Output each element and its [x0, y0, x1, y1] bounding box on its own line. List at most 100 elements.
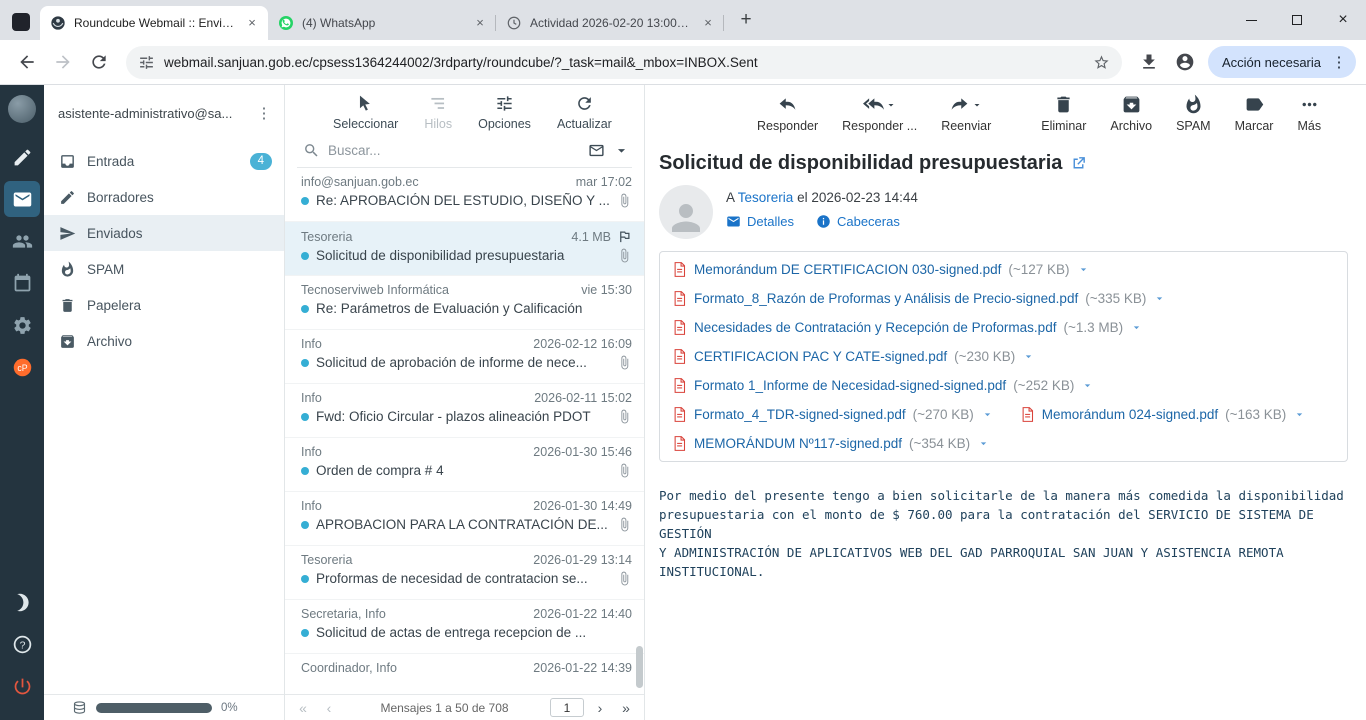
- message-row[interactable]: Tecnoserviweb Informática vie 15:30 Re: …: [285, 276, 644, 330]
- browser-tab[interactable]: (4) WhatsApp ×: [268, 6, 496, 40]
- forward-button[interactable]: [46, 45, 80, 79]
- logout-button[interactable]: [4, 668, 40, 704]
- details-link[interactable]: Detalles: [726, 214, 794, 229]
- next-page-button[interactable]: ›: [590, 700, 610, 716]
- forward-caret-icon[interactable]: [971, 99, 983, 111]
- attachment-item[interactable]: Formato 1_Informe de Necesidad-signed-si…: [672, 377, 1094, 394]
- close-button[interactable]: ×: [1320, 0, 1366, 40]
- message-date: vie 15:30: [581, 283, 632, 297]
- new-tab-button[interactable]: +: [732, 6, 760, 34]
- attachment-item[interactable]: CERTIFICACION PAC Y CATE-signed.pdf (~23…: [672, 348, 1035, 365]
- search-scope-mail-icon[interactable]: [588, 142, 605, 159]
- cpanel-button[interactable]: cP: [4, 349, 40, 385]
- mail-task-button[interactable]: [4, 181, 40, 217]
- help-button[interactable]: ?: [4, 626, 40, 662]
- message-row[interactable]: Tesoreria 2026-01-29 13:14 Proformas de …: [285, 546, 644, 600]
- folder-item[interactable]: Archivo: [44, 323, 284, 359]
- message-row[interactable]: Info 2026-02-12 16:09 Solicitud de aprob…: [285, 330, 644, 384]
- reply-all-button[interactable]: Responder ...: [842, 94, 917, 133]
- browser-menu-icon[interactable]: ⋮: [1330, 53, 1348, 71]
- site-settings-icon[interactable]: [138, 54, 155, 71]
- attachment-item[interactable]: Formato_8_Razón de Proformas y Análisis …: [672, 290, 1166, 307]
- tab-close-icon[interactable]: ×: [472, 15, 488, 31]
- attachment-menu-caret-icon[interactable]: [981, 408, 994, 421]
- calendar-task-button[interactable]: [4, 265, 40, 301]
- archive-button[interactable]: Archivo: [1110, 94, 1152, 133]
- reply-all-caret-icon[interactable]: [885, 99, 897, 111]
- last-page-button[interactable]: »: [616, 700, 636, 716]
- first-page-button[interactable]: «: [293, 700, 313, 716]
- attachment-item[interactable]: Formato_4_TDR-signed-signed.pdf (~270 KB…: [672, 406, 994, 423]
- message-row[interactable]: Info 2026-02-11 15:02 Fwd: Oficio Circul…: [285, 384, 644, 438]
- bookmark-star-icon[interactable]: [1093, 54, 1110, 71]
- forward-button[interactable]: Reenviar: [941, 94, 991, 133]
- folder-item[interactable]: Entrada 4: [44, 143, 284, 179]
- reply-button[interactable]: Responder: [757, 94, 818, 133]
- action-needed-button[interactable]: Acción necesaria ⋮: [1208, 46, 1356, 78]
- refresh-button[interactable]: Actualizar: [557, 94, 612, 131]
- folder-item[interactable]: Enviados: [44, 215, 284, 251]
- message-row[interactable]: Info 2026-01-30 15:46 Orden de compra # …: [285, 438, 644, 492]
- select-button[interactable]: Seleccionar: [333, 94, 398, 131]
- address-bar[interactable]: webmail.sanjuan.gob.ec/cpsess1364244002/…: [126, 46, 1122, 79]
- tab-close-icon[interactable]: ×: [700, 15, 716, 31]
- more-button[interactable]: Más: [1297, 94, 1321, 133]
- attachment-menu-caret-icon[interactable]: [977, 437, 990, 450]
- screen: Roundcube Webmail :: Enviado × (4) Whats…: [0, 0, 1366, 720]
- attachment-name[interactable]: Memorándum 024-signed.pdf: [1042, 407, 1218, 422]
- mark-button[interactable]: Marcar: [1235, 94, 1274, 133]
- attachment-name[interactable]: Formato 1_Informe de Necesidad-signed-si…: [694, 378, 1006, 393]
- threads-button[interactable]: Hilos: [424, 94, 452, 131]
- downloads-button[interactable]: [1132, 45, 1166, 79]
- attachment-item[interactable]: Memorándum 024-signed.pdf (~163 KB): [1020, 406, 1307, 423]
- options-button[interactable]: Opciones: [478, 94, 531, 131]
- spam-button[interactable]: SPAM: [1176, 94, 1211, 133]
- app-logo[interactable]: [8, 95, 36, 123]
- search-options-chevron-icon[interactable]: [613, 142, 630, 159]
- attachment-menu-caret-icon[interactable]: [1153, 292, 1166, 305]
- attachment-menu-caret-icon[interactable]: [1130, 321, 1143, 334]
- attachment-name[interactable]: MEMORÁNDUM Nº117-signed.pdf: [694, 436, 902, 451]
- compose-button[interactable]: [4, 139, 40, 175]
- message-row[interactable]: Tesoreria 4.1 MB Solicitud de disponibil…: [285, 222, 644, 276]
- headers-link[interactable]: Cabeceras: [816, 214, 900, 229]
- minimize-button[interactable]: [1228, 0, 1274, 40]
- back-button[interactable]: [10, 45, 44, 79]
- open-in-new-window-icon[interactable]: [1070, 155, 1087, 172]
- attachment-menu-caret-icon[interactable]: [1293, 408, 1306, 421]
- browser-tab[interactable]: Roundcube Webmail :: Enviado ×: [40, 6, 268, 40]
- attachment-name[interactable]: CERTIFICACION PAC Y CATE-signed.pdf: [694, 349, 947, 364]
- account-menu-icon[interactable]: ⋮: [254, 104, 274, 122]
- tab-close-icon[interactable]: ×: [244, 15, 260, 31]
- attachment-name[interactable]: Formato_4_TDR-signed-signed.pdf: [694, 407, 906, 422]
- profile-button[interactable]: [1168, 45, 1202, 79]
- search-input[interactable]: [328, 143, 580, 158]
- attachment-menu-caret-icon[interactable]: [1077, 263, 1090, 276]
- contacts-task-button[interactable]: [4, 223, 40, 259]
- page-input[interactable]: [550, 698, 584, 717]
- settings-task-button[interactable]: [4, 307, 40, 343]
- attachment-item[interactable]: Necesidades de Contratación y Recepción …: [672, 319, 1143, 336]
- prev-page-button[interactable]: ‹: [319, 700, 339, 716]
- recipient-link[interactable]: Tesoreria: [738, 190, 794, 205]
- browser-tab[interactable]: Actividad 2026-02-20 13:00:00 ×: [496, 6, 724, 40]
- attachment-menu-caret-icon[interactable]: [1081, 379, 1094, 392]
- dark-mode-button[interactable]: [4, 584, 40, 620]
- maximize-button[interactable]: [1274, 0, 1320, 40]
- attachment-item[interactable]: Memorándum DE CERTIFICACION 030-signed.p…: [672, 261, 1090, 278]
- message-row[interactable]: Info 2026-01-30 14:49 APROBACION PARA LA…: [285, 492, 644, 546]
- message-row[interactable]: Secretaria, Info 2026-01-22 14:40 Solici…: [285, 600, 644, 654]
- folder-item[interactable]: Papelera: [44, 287, 284, 323]
- message-row[interactable]: Coordinador, Info 2026-01-22 14:39: [285, 654, 644, 694]
- folder-item[interactable]: Borradores: [44, 179, 284, 215]
- attachment-name[interactable]: Formato_8_Razón de Proformas y Análisis …: [694, 291, 1078, 306]
- attachment-name[interactable]: Necesidades de Contratación y Recepción …: [694, 320, 1056, 335]
- attachment-name[interactable]: Memorándum DE CERTIFICACION 030-signed.p…: [694, 262, 1001, 277]
- attachment-item[interactable]: MEMORÁNDUM Nº117-signed.pdf (~354 KB): [672, 435, 990, 452]
- attachment-menu-caret-icon[interactable]: [1022, 350, 1035, 363]
- delete-button[interactable]: Eliminar: [1041, 94, 1086, 133]
- message-row[interactable]: info@sanjuan.gob.ec mar 17:02 Re: APROBA…: [285, 168, 644, 222]
- list-scrollbar[interactable]: [636, 646, 643, 688]
- folder-item[interactable]: SPAM: [44, 251, 284, 287]
- reload-button[interactable]: [82, 45, 116, 79]
